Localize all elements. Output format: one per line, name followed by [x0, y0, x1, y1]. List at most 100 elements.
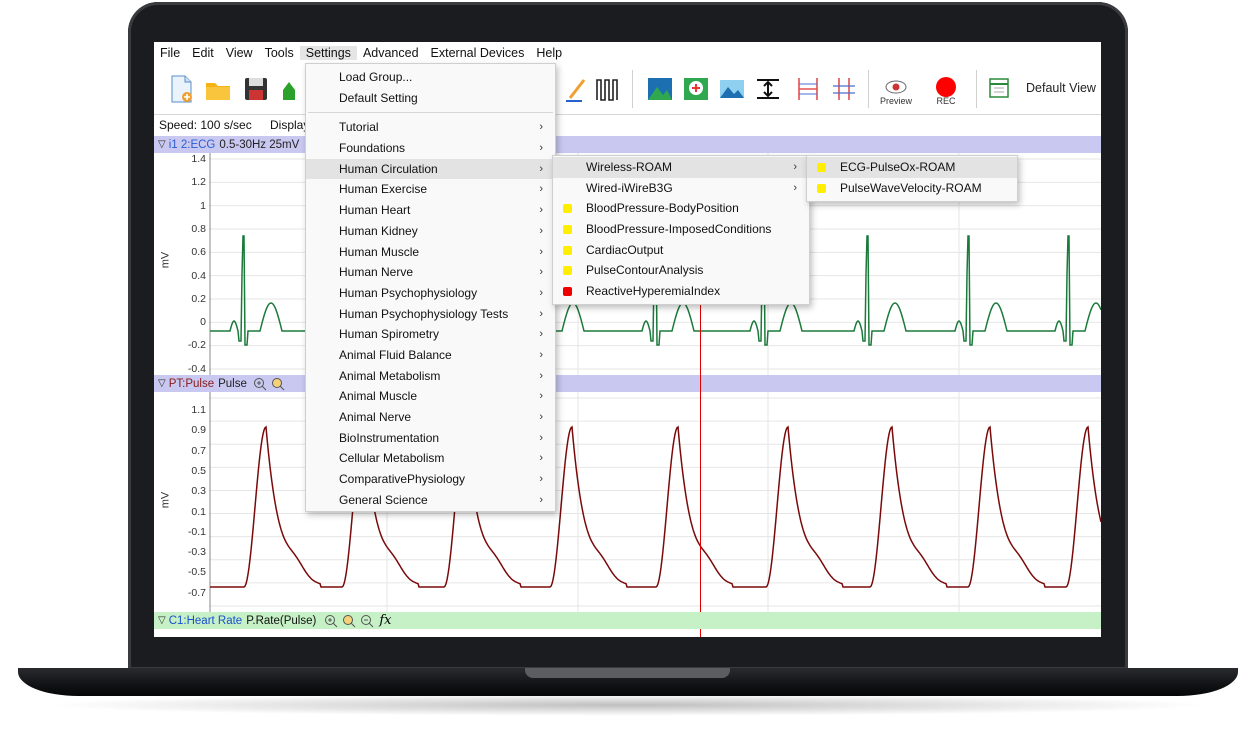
menu-item-load-group[interactable]: Load Group... — [306, 67, 555, 88]
menu-item-animal-nerve[interactable]: Animal Nerve › — [306, 407, 555, 428]
menu-item-comparativephysiology[interactable]: ComparativePhysiology › — [306, 469, 555, 490]
menu-item-human-kidney[interactable]: Human Kidney › — [306, 221, 555, 242]
submenu-arrow-icon: › — [539, 348, 543, 361]
y-tick-label: 0.5 — [191, 464, 206, 477]
collapse-triangle-icon[interactable]: ▽ — [158, 615, 166, 626]
y-tick-label: 1 — [200, 199, 206, 212]
menu-item-default-setting[interactable]: Default Setting — [306, 88, 555, 109]
function-icon[interactable]: fx — [379, 613, 391, 628]
landscape-icon[interactable] — [718, 74, 746, 104]
toolbar-divider — [632, 70, 633, 108]
status-dot-icon — [563, 287, 572, 297]
zoom-fit-icon[interactable] — [342, 614, 356, 628]
calipers-icon[interactable] — [754, 74, 782, 104]
pulse-plot[interactable] — [154, 392, 1101, 612]
submenu-arrow-icon: › — [539, 245, 543, 258]
zoom-out-icon[interactable] — [360, 614, 374, 628]
submenu-arrow-icon: › — [539, 286, 543, 299]
collapse-triangle-icon[interactable]: ▽ — [158, 139, 166, 150]
new-file-icon[interactable] — [168, 74, 196, 104]
y-tick-label: -0.7 — [187, 586, 206, 599]
menu-item-cellular-metabolism[interactable]: Cellular Metabolism › — [306, 448, 555, 469]
display-label[interactable]: Display — [270, 118, 309, 132]
menu-settings[interactable]: Settings — [299, 46, 357, 60]
toolbar-divider — [976, 70, 977, 108]
menu-item-wireless-roam[interactable]: Wireless-ROAM › — [553, 157, 809, 178]
submenu-arrow-icon: › — [539, 121, 543, 134]
menu-item-pulsewavevelocity-roam[interactable]: PulseWaveVelocity-ROAM — [807, 178, 1017, 199]
save-icon[interactable] — [242, 74, 270, 104]
menu-item-animal-muscle[interactable]: Animal Muscle › — [306, 386, 555, 407]
grid-marker-icon[interactable] — [830, 74, 858, 104]
submenu-arrow-icon: › — [793, 161, 797, 173]
menu-edit[interactable]: Edit — [186, 46, 220, 60]
menu-item-foundations[interactable]: Foundations › — [306, 138, 555, 159]
open-folder-icon[interactable] — [204, 74, 232, 104]
menu-separator — [308, 112, 553, 114]
menu-item-wired-iwireb3g[interactable]: Wired-iWireB3G › — [553, 178, 809, 199]
app-screen: File Edit View Tools Settings Advanced E… — [154, 42, 1101, 637]
menu-advanced[interactable]: Advanced — [357, 46, 425, 60]
pulse-train-icon[interactable] — [594, 74, 622, 104]
menubar: File Edit View Tools Settings Advanced E… — [154, 42, 1101, 64]
menu-external-devices[interactable]: External Devices — [425, 46, 531, 60]
ecg-channel-header[interactable]: ▽ i1 2:ECG 0.5-30Hz 25mV — [154, 136, 1101, 153]
menu-item-reactivehyperemiaindex[interactable]: ReactiveHyperemiaIndex — [553, 281, 809, 302]
heart-rate-channel-header[interactable]: ▽ C1:Heart Rate P.Rate(Pulse) fx — [154, 612, 1101, 629]
y-tick-label: 1.4 — [191, 153, 206, 165]
y-tick-label: -0.3 — [187, 546, 206, 559]
ecg-unit-label: mV — [159, 251, 172, 269]
toolbar-divider — [868, 70, 869, 108]
y-tick-label: -0.1 — [187, 525, 206, 538]
status-dot-icon — [563, 225, 572, 235]
toolbar: Preview REC Default View — [154, 64, 1101, 115]
y-tick-label: 0.7 — [191, 444, 206, 457]
submenu-arrow-icon: › — [793, 181, 797, 194]
menu-item-cardiacoutput[interactable]: CardiacOutput — [553, 240, 809, 261]
menu-item-bloodpressure-bodyposition[interactable]: BloodPressure-BodyPosition — [553, 198, 809, 219]
menu-item-human-psychophysiology-tests[interactable]: Human Psychophysiology Tests › — [306, 304, 555, 325]
zoom-fit-icon[interactable] — [271, 377, 285, 391]
default-view-label[interactable]: Default View — [1026, 81, 1096, 95]
menu-item-human-nerve[interactable]: Human Nerve › — [306, 262, 555, 283]
menu-item-animal-metabolism[interactable]: Animal Metabolism › — [306, 366, 555, 387]
y-tick-label: 0.3 — [191, 485, 206, 498]
time-cursor[interactable] — [700, 302, 701, 637]
pencil-icon[interactable] — [562, 74, 590, 104]
menu-item-human-spirometry[interactable]: Human Spirometry › — [306, 324, 555, 345]
home-icon[interactable] — [282, 74, 296, 104]
status-dot-icon — [563, 266, 572, 276]
submenu-arrow-icon: › — [539, 307, 543, 320]
menu-item-animal-fluid-balance[interactable]: Animal Fluid Balance › — [306, 345, 555, 366]
menu-item-tutorial[interactable]: Tutorial › — [306, 117, 555, 138]
y-tick-label: -0.2 — [187, 339, 206, 352]
menu-item-human-psychophysiology[interactable]: Human Psychophysiology › — [306, 283, 555, 304]
menu-item-bioinstrumentation[interactable]: BioInstrumentation › — [306, 428, 555, 449]
menu-item-ecg-pulseox-roam[interactable]: ECG-PulseOx-ROAM — [807, 157, 1017, 178]
mountain-image-icon[interactable] — [646, 74, 674, 104]
pulse-channel-header[interactable]: ▽ PT:Pulse Pulse — [154, 375, 1101, 392]
rec-label[interactable]: REC — [928, 96, 964, 106]
menu-item-bloodpressure-imposedconditions[interactable]: BloodPressure-ImposedConditions — [553, 219, 809, 240]
submenu-arrow-icon: › — [539, 411, 543, 423]
preview-label[interactable]: Preview — [876, 96, 916, 106]
menu-file[interactable]: File — [154, 46, 186, 60]
menu-tools[interactable]: Tools — [259, 46, 300, 60]
menu-item-human-muscle[interactable]: Human Muscle › — [306, 242, 555, 263]
y-tick-label: 0.8 — [191, 222, 206, 235]
menu-item-human-circulation[interactable]: Human Circulation › — [306, 158, 555, 180]
menu-item-human-heart[interactable]: Human Heart › — [306, 200, 555, 221]
menu-item-general-science[interactable]: General Science › — [306, 490, 555, 511]
collapse-triangle-icon[interactable]: ▽ — [158, 378, 166, 389]
y-tick-label: 0.9 — [191, 424, 206, 437]
menu-item-human-exercise[interactable]: Human Exercise › — [306, 179, 555, 200]
marker-icon[interactable] — [794, 74, 822, 104]
zoom-in-icon[interactable] — [253, 377, 267, 391]
menu-item-pulsecontouranalysis[interactable]: PulseContourAnalysis — [553, 260, 809, 281]
view-calendar-icon[interactable] — [986, 74, 1014, 104]
submenu-arrow-icon: › — [539, 452, 543, 465]
menu-view[interactable]: View — [220, 46, 259, 60]
zoom-in-icon[interactable] — [324, 614, 338, 628]
menu-help[interactable]: Help — [530, 46, 568, 60]
zoom-image-icon[interactable] — [682, 74, 710, 104]
